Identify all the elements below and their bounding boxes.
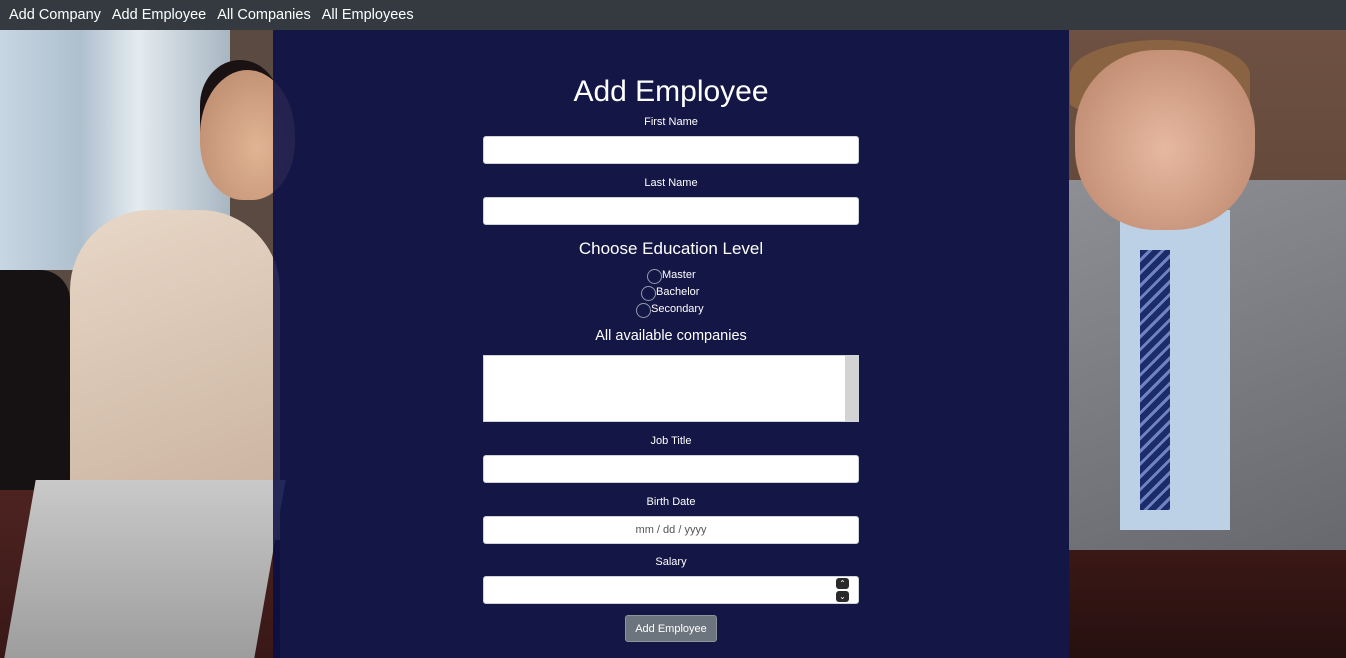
- salary-input[interactable]: ⌃ ⌄: [483, 576, 859, 604]
- radio-secondary-label: Secondary: [651, 302, 704, 315]
- radio-master-label: Master: [662, 268, 696, 281]
- job-title-input[interactable]: [483, 455, 859, 483]
- radio-secondary[interactable]: Secondary: [636, 301, 704, 318]
- education-title: Choose Education Level: [578, 239, 764, 258]
- top-navbar: Add Company Add Employee All Companies A…: [0, 0, 1346, 30]
- radio-secondary-circle[interactable]: [636, 303, 651, 318]
- first-name-label: First Name: [644, 116, 698, 128]
- conference-table-right: [1069, 550, 1346, 658]
- nav-add-company[interactable]: Add Company: [9, 7, 101, 23]
- chevron-up-icon[interactable]: ⌃: [836, 578, 849, 589]
- last-name-label: Last Name: [644, 177, 698, 189]
- laptop: [4, 480, 286, 658]
- office-chair: [0, 270, 70, 490]
- nav-all-companies[interactable]: All Companies: [217, 7, 311, 23]
- birth-date-label: Birth Date: [646, 496, 696, 508]
- radio-bachelor-circle[interactable]: [641, 286, 656, 301]
- radio-bachelor-label: Bachelor: [656, 285, 700, 298]
- chevron-down-icon[interactable]: ⌄: [836, 591, 849, 602]
- companies-listbox[interactable]: [483, 355, 859, 422]
- page-title: Add Employee: [573, 75, 769, 108]
- nav-all-employees[interactable]: All Employees: [322, 7, 414, 23]
- companies-scrollbar[interactable]: [845, 356, 858, 421]
- salary-spinner[interactable]: ⌃ ⌄: [836, 578, 850, 603]
- birth-date-input[interactable]: mm / dd / yyyy: [483, 516, 859, 544]
- form-panel: Add Employee First Name Last Name Choose…: [273, 30, 1069, 658]
- last-name-input[interactable]: [483, 197, 859, 225]
- radio-bachelor[interactable]: Bachelor: [641, 284, 700, 301]
- add-employee-button[interactable]: Add Employee: [625, 615, 717, 642]
- job-title-label: Job Title: [650, 435, 692, 447]
- birth-date-placeholder: mm / dd / yyyy: [635, 524, 707, 536]
- person-right-face: [1075, 50, 1255, 230]
- salary-label: Salary: [655, 556, 687, 568]
- radio-master[interactable]: Master: [647, 267, 696, 284]
- radio-master-circle[interactable]: [647, 269, 662, 284]
- nav-add-employee[interactable]: Add Employee: [112, 7, 206, 23]
- companies-title: All available companies: [595, 328, 747, 344]
- person-right-tie: [1140, 250, 1170, 510]
- first-name-input[interactable]: [483, 136, 859, 164]
- person-right-shirt: [1120, 210, 1230, 530]
